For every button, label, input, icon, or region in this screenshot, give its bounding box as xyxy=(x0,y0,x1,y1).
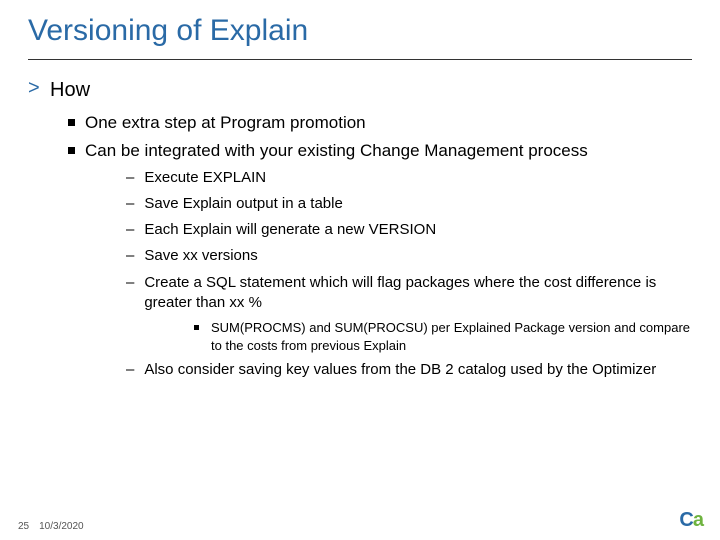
section-text: How xyxy=(50,78,90,102)
bullet-row: Can be integrated with your existing Cha… xyxy=(68,140,692,162)
dash-icon: – xyxy=(126,194,134,214)
page-number: 25 xyxy=(18,521,29,532)
dash-text: Execute EXPLAIN xyxy=(144,168,266,188)
dash-icon: – xyxy=(126,360,134,380)
slide: Versioning of Explain > How One extra st… xyxy=(0,0,720,540)
dash-row: – Save Explain output in a table xyxy=(126,194,692,214)
footer: 25 10/3/2020 xyxy=(18,521,84,532)
dash-text: Create a SQL statement which will flag p… xyxy=(144,273,692,314)
bullet-text: One extra step at Program promotion xyxy=(85,112,366,134)
dash-row: – Save xx versions xyxy=(126,246,692,266)
title-divider xyxy=(28,59,692,60)
dash-text: Save Explain output in a table xyxy=(144,194,342,214)
dash-icon: – xyxy=(126,220,134,240)
section-row: > How xyxy=(28,78,692,102)
square-bullet-icon xyxy=(194,325,199,330)
ca-logo: Ca xyxy=(679,509,704,532)
sub-bullet-row: SUM(PROCMS) and SUM(PROCSU) per Explaine… xyxy=(194,319,692,354)
sub-bullet-text: SUM(PROCMS) and SUM(PROCSU) per Explaine… xyxy=(211,319,692,354)
square-bullet-icon xyxy=(68,119,75,126)
dash-text: Save xx versions xyxy=(144,246,257,266)
chevron-icon: > xyxy=(28,78,42,98)
slide-title: Versioning of Explain xyxy=(28,14,692,49)
dash-row: – Each Explain will generate a new VERSI… xyxy=(126,220,692,240)
dash-icon: – xyxy=(126,246,134,266)
dash-icon: – xyxy=(126,273,134,293)
logo-letter-c: C xyxy=(679,509,692,532)
dash-text: Also consider saving key values from the… xyxy=(144,360,656,380)
dash-row: – Also consider saving key values from t… xyxy=(126,360,692,380)
logo-letter-a: a xyxy=(693,509,704,532)
dash-row: – Create a SQL statement which will flag… xyxy=(126,273,692,314)
footer-date: 10/3/2020 xyxy=(39,521,84,532)
square-bullet-icon xyxy=(68,147,75,154)
dash-icon: – xyxy=(126,168,134,188)
dash-row: – Execute EXPLAIN xyxy=(126,168,692,188)
bullet-row: One extra step at Program promotion xyxy=(68,112,692,134)
dash-text: Each Explain will generate a new VERSION xyxy=(144,220,436,240)
bullet-text: Can be integrated with your existing Cha… xyxy=(85,140,588,162)
